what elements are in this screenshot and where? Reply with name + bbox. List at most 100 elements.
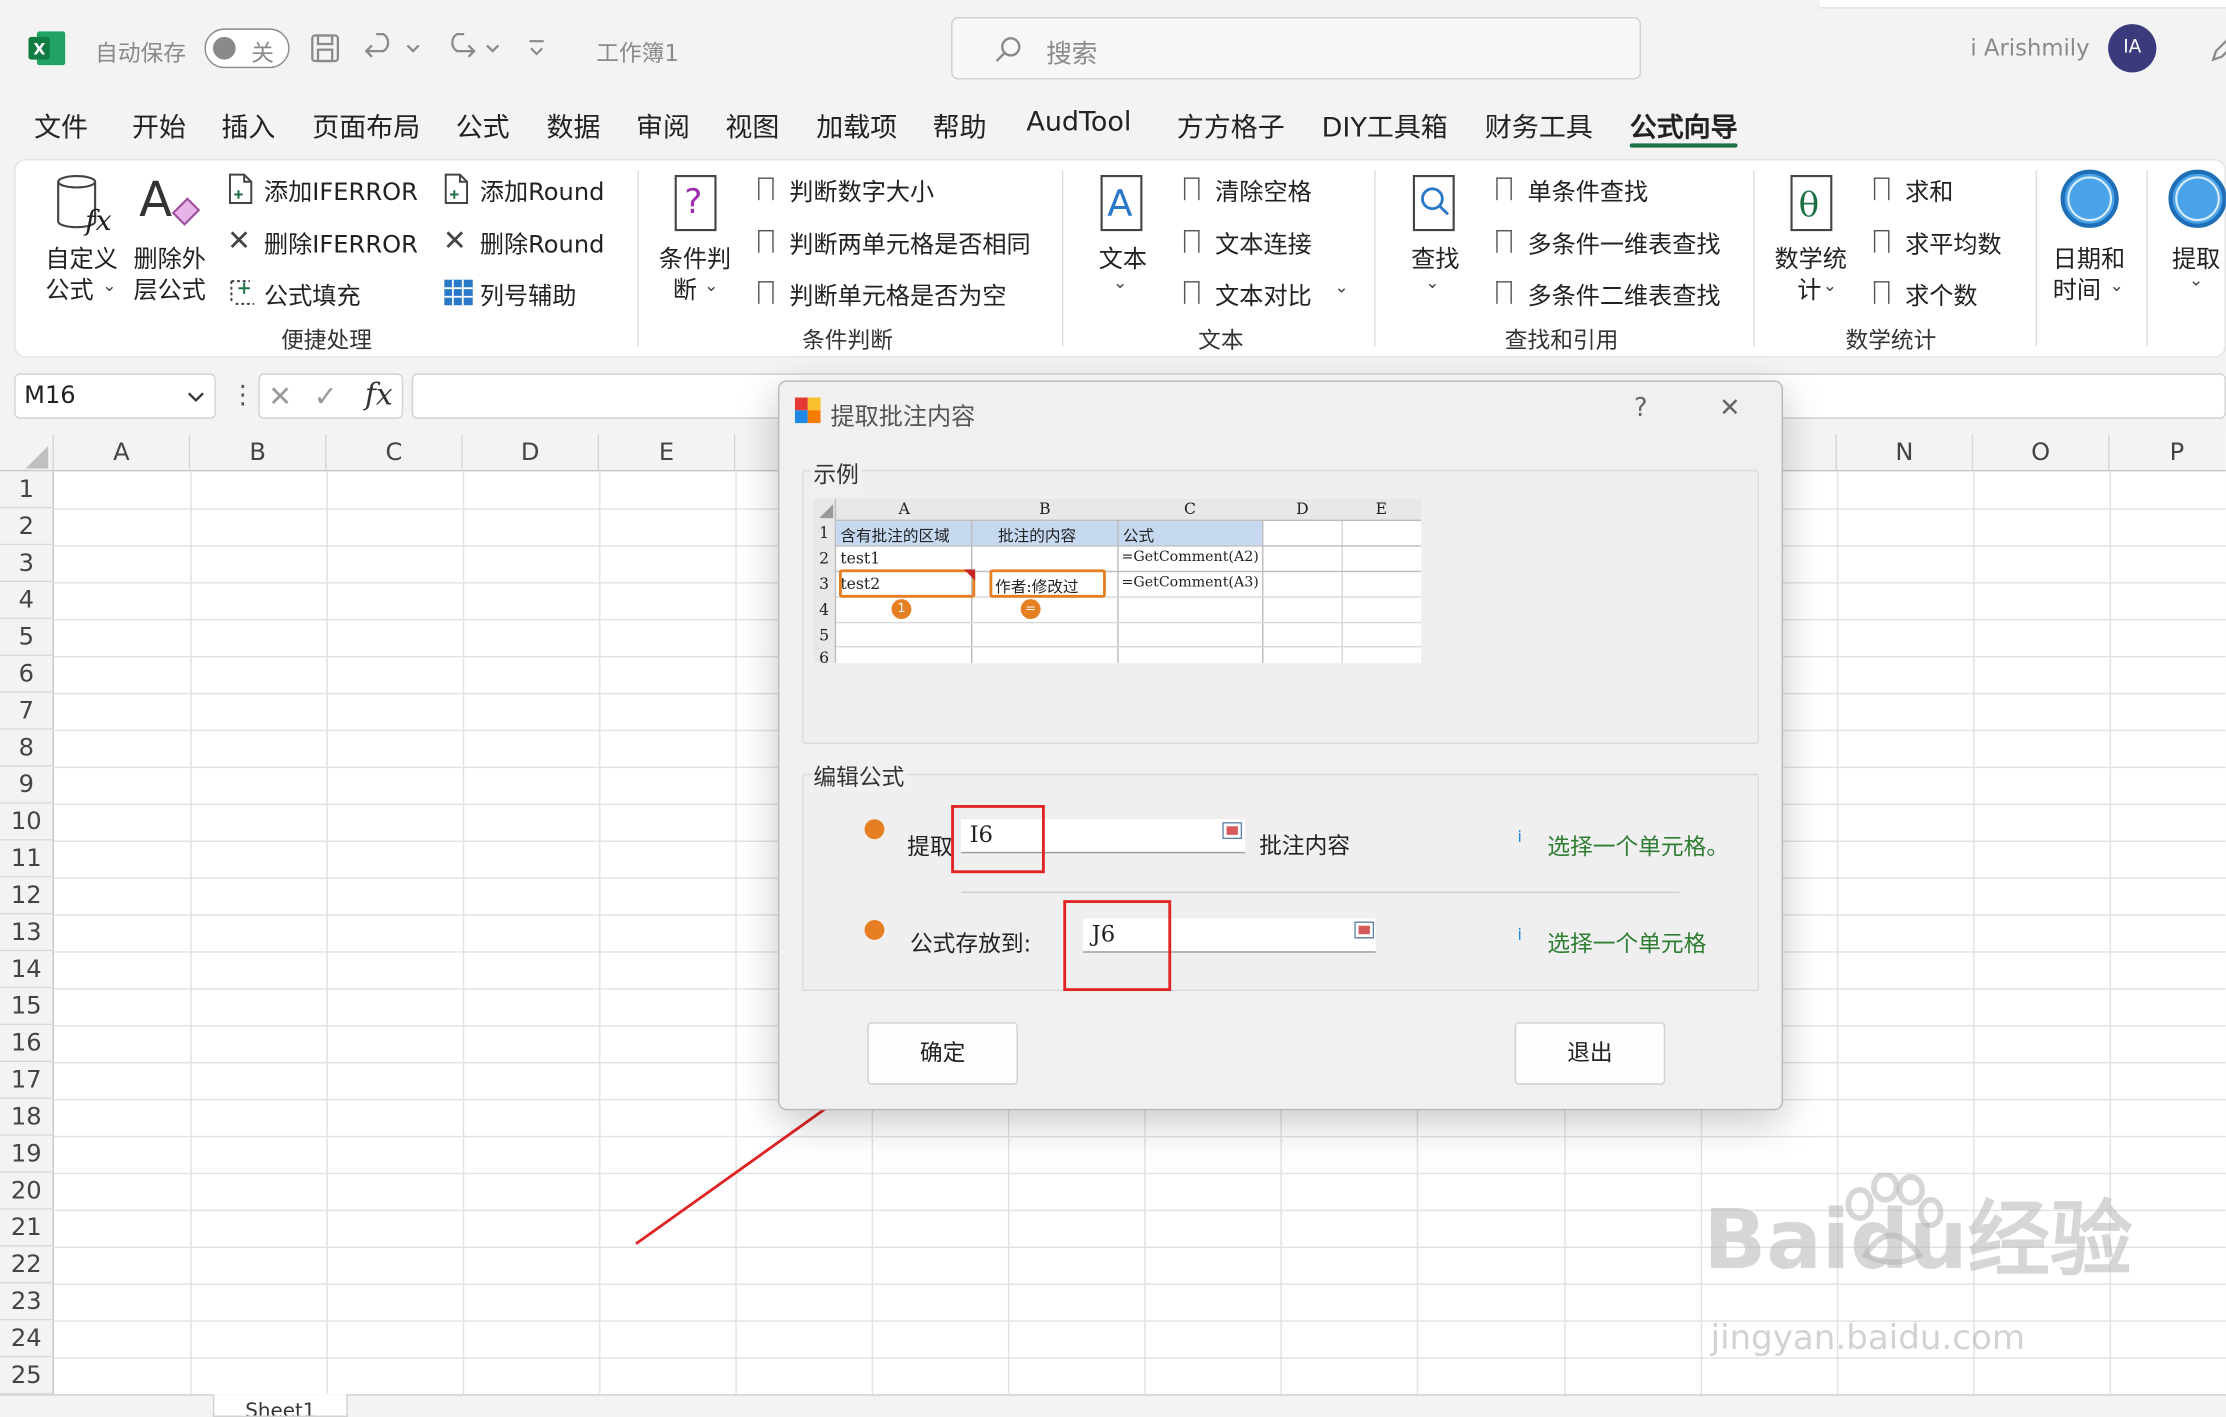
row-header[interactable]: 10 xyxy=(0,803,54,841)
row-header[interactable]: 3 xyxy=(0,545,54,583)
row-header[interactable]: 11 xyxy=(0,840,54,878)
row-header[interactable]: 25 xyxy=(0,1357,54,1395)
tab-data[interactable]: 数据 xyxy=(547,106,601,144)
exit-button[interactable]: 退出 xyxy=(1514,1022,1666,1085)
multi-condition-2d-lookup-button[interactable]: 多条件二维表查找 xyxy=(1496,274,1737,311)
row-header[interactable]: 5 xyxy=(0,619,54,656)
judge-cells-same-button[interactable]: 判断两单元格是否相同 xyxy=(758,223,1042,260)
formula-fill-button[interactable]: 公式填充 xyxy=(227,274,417,311)
insert-function-icon[interactable]: fx xyxy=(365,378,393,412)
clear-spaces-button[interactable]: 清除空格 xyxy=(1183,170,1340,207)
single-condition-lookup-button[interactable]: 单条件查找 xyxy=(1496,170,1737,207)
column-header-d[interactable]: D xyxy=(462,434,600,472)
save-icon[interactable] xyxy=(308,31,342,65)
column-header-a[interactable]: A xyxy=(53,434,191,472)
undo-icon[interactable] xyxy=(363,31,423,65)
row-header[interactable]: 15 xyxy=(0,988,54,1026)
delete-round-button[interactable]: ✕ 删除Round xyxy=(443,223,613,260)
row-header[interactable]: 4 xyxy=(0,582,54,620)
column-header-b[interactable]: B xyxy=(190,434,327,472)
column-header-p[interactable]: P xyxy=(2109,434,2226,472)
column-helper-button[interactable]: 列号辅助 xyxy=(443,274,613,311)
find-button[interactable]: 查找 ⌄ xyxy=(1405,170,1470,301)
date-time-button[interactable]: 日期和 时间 ⌄ xyxy=(2050,168,2132,305)
tab-help[interactable]: 帮助 xyxy=(933,106,987,144)
gridline xyxy=(735,471,737,1395)
tab-file[interactable]: 文件 xyxy=(34,106,88,144)
remove-outer-formula-button[interactable]: A 删除外 层公式 xyxy=(131,170,213,305)
customize-qat-icon[interactable] xyxy=(525,37,548,60)
autosave-label: 自动保存 xyxy=(95,39,186,67)
count-button[interactable]: 求个数 xyxy=(1873,274,2016,311)
autosave-toggle[interactable]: 关 xyxy=(204,28,290,69)
row-header[interactable]: 18 xyxy=(0,1098,54,1136)
ok-button[interactable]: 确定 xyxy=(867,1022,1018,1085)
tab-home[interactable]: 开始 xyxy=(132,106,186,144)
row-header[interactable]: 7 xyxy=(0,692,54,730)
tab-insert[interactable]: 插入 xyxy=(221,106,275,144)
sum-button[interactable]: 求和 xyxy=(1873,170,2016,207)
tab-formulas[interactable]: 公式 xyxy=(456,106,510,144)
search-input[interactable]: 搜索 xyxy=(951,17,1642,80)
text-compare-button[interactable]: 文本对比 ⌄ xyxy=(1183,274,1354,311)
group-label-convenient: 便捷处理 xyxy=(281,326,372,354)
close-button[interactable]: ✕ xyxy=(1719,393,1740,423)
custom-formula-button[interactable]: fx 自定义 公式 ⌄ xyxy=(40,170,125,305)
tab-page-layout[interactable]: 页面布局 xyxy=(312,106,420,144)
sheet-tab[interactable]: Sheet1 xyxy=(212,1394,348,1417)
column-header-c[interactable]: C xyxy=(326,434,463,472)
range-select-icon[interactable] xyxy=(1354,921,1375,939)
tab-diy-toolbox[interactable]: DIY工具箱 xyxy=(1322,106,1448,144)
name-box[interactable]: M16 xyxy=(14,373,216,419)
tab-finance-tools[interactable]: 财务工具 xyxy=(1485,106,1593,144)
pen-icon[interactable] xyxy=(2207,31,2226,65)
row-header[interactable]: 8 xyxy=(0,729,54,767)
tab-review[interactable]: 审阅 xyxy=(636,106,690,144)
range-select-icon[interactable] xyxy=(1222,822,1243,840)
add-round-button[interactable]: 添加Round xyxy=(443,170,613,207)
add-iferror-button[interactable]: 添加IFERROR xyxy=(227,170,418,207)
condition-judge-button[interactable]: ? 条件判 断 ⌄ xyxy=(656,170,738,305)
text-concat-button[interactable]: 文本连接 xyxy=(1183,223,1340,260)
row-header[interactable]: 14 xyxy=(0,951,54,989)
math-stats-button[interactable]: θ 数学统 计 ⌄ xyxy=(1772,170,1854,305)
column-header-n[interactable]: N xyxy=(1836,434,1974,472)
tab-view[interactable]: 视图 xyxy=(725,106,779,144)
row-header[interactable]: 19 xyxy=(0,1135,54,1173)
row-header[interactable]: 9 xyxy=(0,766,54,804)
row-header[interactable]: 20 xyxy=(0,1172,54,1210)
avatar[interactable]: IA xyxy=(2108,24,2157,73)
row-header[interactable]: 22 xyxy=(0,1246,54,1284)
check-icon[interactable]: ✓ xyxy=(314,379,338,413)
extract-button[interactable]: 提取 ⌄ xyxy=(2163,168,2226,304)
example-row-3: 3 xyxy=(819,575,830,594)
tab-audtool[interactable]: AudTool xyxy=(1026,106,1131,137)
row-header[interactable]: 24 xyxy=(0,1320,54,1358)
column-header-e[interactable]: E xyxy=(599,434,736,472)
row-header[interactable]: 21 xyxy=(0,1209,54,1247)
redo-icon[interactable] xyxy=(443,31,503,65)
help-button[interactable]: ? xyxy=(1634,393,1648,423)
row-header[interactable]: 1 xyxy=(0,471,54,509)
judge-cell-empty-button[interactable]: 判断单元格是否为空 xyxy=(758,274,1042,311)
row-header[interactable]: 23 xyxy=(0,1283,54,1321)
more-options-icon[interactable]: ⋮ xyxy=(230,381,256,411)
row-header[interactable]: 2 xyxy=(0,508,54,546)
tab-addins[interactable]: 加载项 xyxy=(816,106,897,144)
tab-fangfang[interactable]: 方方格子 xyxy=(1177,106,1285,144)
cancel-icon[interactable]: ✕ xyxy=(268,379,292,413)
select-all-corner[interactable] xyxy=(0,434,54,472)
tab-formula-wizard[interactable]: 公式向导 xyxy=(1630,106,1738,144)
row-header[interactable]: 6 xyxy=(0,655,54,693)
judge-number-size-button[interactable]: 判断数字大小 xyxy=(758,170,1042,207)
row-header[interactable]: 17 xyxy=(0,1062,54,1099)
text-button[interactable]: A 文本 ⌄ xyxy=(1093,170,1158,301)
row-header[interactable]: 12 xyxy=(0,877,54,915)
average-button[interactable]: 求平均数 xyxy=(1873,223,2016,260)
row-header[interactable]: 16 xyxy=(0,1025,54,1063)
delete-iferror-button[interactable]: ✕ 删除IFERROR xyxy=(227,223,418,260)
column-header-o[interactable]: O xyxy=(1973,434,2110,472)
extract-circle-icon xyxy=(2168,169,2226,228)
row-header[interactable]: 13 xyxy=(0,914,54,952)
multi-condition-1d-lookup-button[interactable]: 多条件一维表查找 xyxy=(1496,223,1737,260)
